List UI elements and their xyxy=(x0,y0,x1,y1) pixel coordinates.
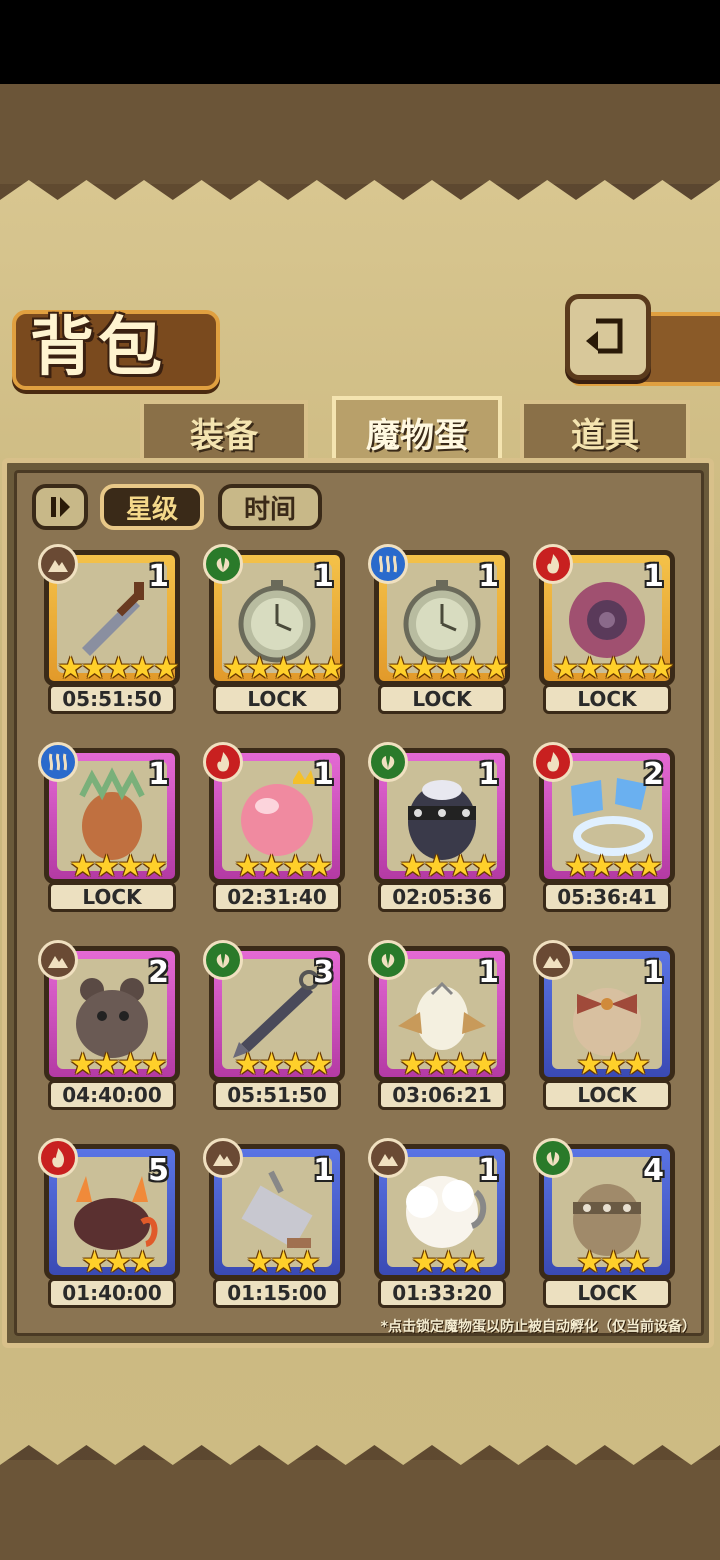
egg-count: 1 xyxy=(478,955,499,990)
grass-element-icon xyxy=(203,544,243,584)
hatch-timer-label: 05:51:50 xyxy=(213,1080,341,1110)
grass-element-icon xyxy=(533,1138,573,1178)
egg-card[interactable]: 3 ★★★★ 05:51:50 xyxy=(203,940,345,1112)
egg-card[interactable]: 4 ★★★ LOCK xyxy=(533,1138,675,1310)
egg-card[interactable]: 1 ★★★ 01:33:20 xyxy=(368,1138,510,1310)
star-rating: ★★★★★ xyxy=(57,651,179,686)
egg-count: 1 xyxy=(478,757,499,792)
grass-element-icon xyxy=(203,940,243,980)
star-rating: ★★★★ xyxy=(399,849,498,884)
earth-element-icon xyxy=(38,940,78,980)
star-rating: ★★★★★ xyxy=(387,651,509,686)
hatch-timer-label: 03:06:21 xyxy=(378,1080,506,1110)
egg-count: 1 xyxy=(313,757,334,792)
earth-element-icon xyxy=(203,1138,243,1178)
water-element-icon xyxy=(38,742,78,782)
grass-element-icon xyxy=(368,940,408,980)
lock-status-label: LOCK xyxy=(543,1080,671,1110)
egg-count: 1 xyxy=(148,757,169,792)
star-rating: ★★★★ xyxy=(69,849,168,884)
tab-items[interactable]: 道具 xyxy=(520,400,690,460)
egg-count: 3 xyxy=(313,955,334,990)
hatch-timer-label: 02:05:36 xyxy=(378,882,506,912)
status-bar xyxy=(0,0,720,84)
hatch-timer-label: 01:33:20 xyxy=(378,1278,506,1308)
egg-count: 1 xyxy=(148,559,169,594)
egg-count: 2 xyxy=(148,955,169,990)
water-element-icon xyxy=(368,544,408,584)
egg-count: 1 xyxy=(478,1153,499,1188)
egg-card[interactable]: 1 ★★★★ LOCK xyxy=(38,742,180,914)
sort-by-time-button[interactable]: 时间 xyxy=(218,484,322,530)
tab-equipment-label: 装备 xyxy=(190,415,258,456)
tab-monster-eggs[interactable]: 魔物蛋 xyxy=(332,396,502,464)
egg-count: 4 xyxy=(643,1153,664,1188)
egg-count: 1 xyxy=(313,559,334,594)
star-rating: ★★★ xyxy=(576,1047,651,1082)
star-rating: ★★★★ xyxy=(564,849,663,884)
egg-card[interactable]: 1 ★★★ LOCK xyxy=(533,940,675,1112)
fire-element-icon xyxy=(533,544,573,584)
star-rating: ★★★★ xyxy=(234,1047,333,1082)
earth-element-icon xyxy=(533,940,573,980)
lock-status-label: LOCK xyxy=(543,684,671,714)
hatch-timer-label: 05:36:41 xyxy=(543,882,671,912)
egg-card[interactable]: 1 ★★★★ 02:05:36 xyxy=(368,742,510,914)
sort-by-star-button[interactable]: 星级 xyxy=(100,484,204,530)
return-arrow-icon xyxy=(586,318,623,354)
star-rating: ★★★★★ xyxy=(222,651,344,686)
lock-status-label: LOCK xyxy=(213,684,341,714)
star-rating: ★★★ xyxy=(81,1245,156,1280)
star-rating: ★★★ xyxy=(411,1245,486,1280)
bottom-map-band xyxy=(0,1460,720,1560)
star-rating: ★★★ xyxy=(246,1245,321,1280)
hatch-timer-label: 01:40:00 xyxy=(48,1278,176,1308)
top-map-band xyxy=(0,84,720,184)
egg-count: 5 xyxy=(148,1153,169,1188)
egg-card[interactable]: 5 ★★★ 01:40:00 xyxy=(38,1138,180,1310)
star-rating: ★★★★ xyxy=(399,1047,498,1082)
star-rating: ★★★★ xyxy=(234,849,333,884)
lock-status-label: LOCK xyxy=(48,882,176,912)
lock-status-label: LOCK xyxy=(543,1278,671,1308)
tab-monster-eggs-label: 魔物蛋 xyxy=(366,415,468,456)
star-rating: ★★★★★ xyxy=(552,651,674,686)
grass-element-icon xyxy=(368,742,408,782)
category-tabs: 装备 魔物蛋 道具 xyxy=(10,396,710,464)
lock-hint-footnote: *点击锁定魔物蛋以防止被自动孵化（仅当前设备） xyxy=(380,1319,696,1335)
egg-card[interactable]: 1 ★★★★★ LOCK xyxy=(368,544,510,716)
page-title: 背包 xyxy=(30,311,166,385)
sort-order-toggle[interactable] xyxy=(32,484,88,530)
egg-card[interactable]: 1 ★★★★★ LOCK xyxy=(533,544,675,716)
egg-count: 1 xyxy=(643,559,664,594)
earth-element-icon xyxy=(38,544,78,584)
tab-items-label: 道具 xyxy=(571,415,639,456)
fire-element-icon xyxy=(203,742,243,782)
fire-element-icon xyxy=(533,742,573,782)
tab-equipment[interactable]: 装备 xyxy=(140,400,308,460)
egg-count: 1 xyxy=(313,1153,334,1188)
hatch-timer-label: 04:40:00 xyxy=(48,1080,176,1110)
star-rating: ★★★★ xyxy=(69,1047,168,1082)
egg-count: 1 xyxy=(478,559,499,594)
star-rating: ★★★ xyxy=(576,1245,651,1280)
back-button[interactable] xyxy=(565,294,651,380)
pause-order-icon xyxy=(51,497,70,517)
egg-count: 2 xyxy=(643,757,664,792)
egg-card[interactable]: 2 ★★★★ 04:40:00 xyxy=(38,940,180,1112)
hatch-timer-label: 05:51:50 xyxy=(48,684,176,714)
lock-status-label: LOCK xyxy=(378,684,506,714)
egg-card[interactable]: 2 ★★★★ 05:36:41 xyxy=(533,742,675,914)
hatch-timer-label: 01:15:00 xyxy=(213,1278,341,1308)
egg-count: 1 xyxy=(643,955,664,990)
earth-element-icon xyxy=(368,1138,408,1178)
egg-card[interactable]: 1 ★★★★ 02:31:40 xyxy=(203,742,345,914)
egg-card[interactable]: 1 ★★★★★ LOCK xyxy=(203,544,345,716)
hatch-timer-label: 02:31:40 xyxy=(213,882,341,912)
egg-card[interactable]: 1 ★★★★ 03:06:21 xyxy=(368,940,510,1112)
egg-card[interactable]: 1 ★★★★★ 05:51:50 xyxy=(38,544,180,716)
egg-card[interactable]: 1 ★★★ 01:15:00 xyxy=(203,1138,345,1310)
fire-element-icon xyxy=(38,1138,78,1178)
